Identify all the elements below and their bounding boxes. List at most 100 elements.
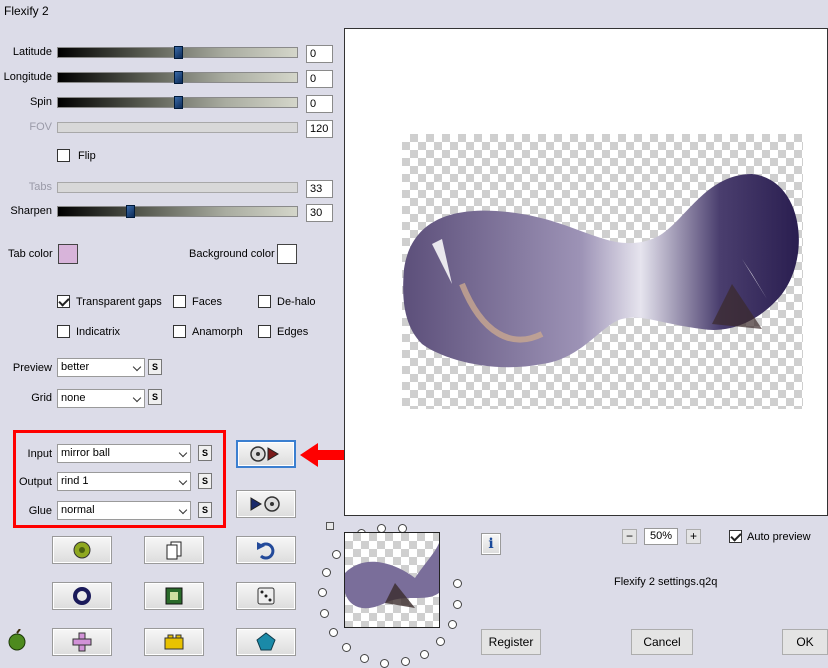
navigator-dot[interactable] (453, 600, 462, 609)
value-field-tabs[interactable]: 33 (306, 180, 333, 198)
slider-thumb[interactable] (126, 205, 135, 218)
indicatrix-checkbox[interactable] (57, 325, 70, 341)
flexified-image (403, 174, 799, 368)
slider-longitude[interactable] (57, 71, 298, 84)
preview-quality-select[interactable]: better (57, 358, 145, 377)
slider-label-spin: Spin (29, 96, 52, 108)
navigator-dot[interactable] (401, 657, 410, 666)
info-button[interactable]: i (481, 533, 501, 555)
navigator-dot[interactable] (329, 628, 338, 637)
slider-sharpen[interactable] (57, 205, 298, 218)
plus-button[interactable] (52, 628, 112, 656)
brick-button[interactable] (144, 628, 204, 656)
undo-arrow-icon (257, 542, 275, 560)
zoom-out-button[interactable]: − (622, 529, 637, 544)
map-reverse-button[interactable] (236, 490, 296, 518)
navigator-handle[interactable] (326, 522, 334, 530)
background-color-label: Background color (189, 248, 275, 260)
navigator-dot[interactable] (318, 588, 327, 597)
yellow-brick-icon (164, 634, 184, 650)
random-button[interactable] (236, 582, 296, 610)
register-button[interactable]: Register (481, 629, 541, 655)
randomize-preset-button[interactable] (52, 536, 112, 564)
slider-spin[interactable] (57, 96, 298, 109)
pentagon-icon (256, 632, 276, 651)
ring-button[interactable] (52, 582, 112, 610)
anamorph-check-box[interactable] (173, 325, 186, 338)
pink-plus-icon (72, 632, 92, 652)
navigator-dot[interactable] (332, 550, 341, 559)
dehalo-checkbox[interactable] (258, 295, 271, 311)
slider-thumb[interactable] (174, 46, 183, 59)
grid-s-button[interactable]: S (148, 389, 162, 405)
output-select[interactable]: rind 1 (57, 472, 191, 491)
input-select[interactable]: mirror ball (57, 444, 191, 463)
slider-tabs (57, 182, 298, 193)
preview-quality-label: Preview (12, 362, 52, 374)
frame-button[interactable] (144, 582, 204, 610)
gear-globe-icon (73, 541, 91, 559)
faces-checkbox[interactable] (173, 295, 186, 311)
slider-thumb[interactable] (174, 96, 183, 109)
preview-image (402, 134, 803, 409)
zoom-in-button[interactable]: + (686, 529, 701, 544)
auto-preview-checkbox[interactable] (729, 530, 742, 546)
tab-color-swatch[interactable] (58, 244, 78, 264)
window-title: Flexify 2 (4, 4, 49, 18)
navigator-thumbnail[interactable] (344, 532, 440, 628)
navigator-dot[interactable] (453, 579, 462, 588)
value-field-latitude[interactable]: 0 (306, 45, 333, 63)
ring-icon (73, 587, 91, 605)
grid-select[interactable]: none (57, 389, 145, 408)
value-field-spin[interactable]: 0 (306, 95, 333, 113)
navigator-dot[interactable] (420, 650, 429, 659)
copy-button[interactable] (144, 536, 204, 564)
copy-pages-icon (166, 541, 182, 560)
slider-label-fov: FOV (29, 121, 52, 133)
input-s-button[interactable]: S (198, 445, 212, 461)
transparent-gaps-checkbox[interactable] (57, 295, 70, 311)
flaming-pear-logo-icon (8, 628, 26, 651)
auto-preview-check-box[interactable] (729, 530, 742, 543)
input-value: mirror ball (61, 447, 110, 459)
edges-checkbox[interactable] (258, 325, 271, 341)
transparent-gaps-check-box[interactable] (57, 295, 70, 308)
ok-button[interactable]: OK (782, 629, 828, 655)
pentagon-button[interactable] (236, 628, 296, 656)
anamorph-checkbox[interactable] (173, 325, 186, 341)
dehalo-check-box[interactable] (258, 295, 271, 308)
glue-label: Glue (28, 505, 52, 517)
value-field-longitude[interactable]: 0 (306, 70, 333, 88)
navigator-dot[interactable] (322, 568, 331, 577)
navigator-dot[interactable] (320, 609, 329, 618)
chevron-down-icon (132, 362, 142, 372)
zoom-level: 50% (644, 528, 678, 545)
value-field-sharpen[interactable]: 30 (306, 204, 333, 222)
preview-canvas[interactable] (344, 28, 828, 516)
navigator-dot[interactable] (342, 643, 351, 652)
background-color-swatch[interactable] (277, 244, 297, 264)
thumbnail-image (345, 543, 439, 609)
glue-select[interactable]: normal (57, 501, 191, 520)
glue-s-button[interactable]: S (198, 502, 212, 518)
preview-s-button[interactable]: S (148, 359, 162, 375)
slider-latitude[interactable] (57, 46, 298, 59)
auto-preview-label: Auto preview (747, 531, 811, 543)
flip-checkbox[interactable] (57, 149, 70, 165)
navigator-dot[interactable] (448, 620, 457, 629)
cancel-button[interactable]: Cancel (631, 629, 693, 655)
tab-color-label: Tab color (8, 248, 53, 260)
glue-value: normal (61, 504, 95, 516)
slider-thumb[interactable] (174, 71, 183, 84)
indicatrix-check-box[interactable] (57, 325, 70, 338)
navigator-dot[interactable] (436, 637, 445, 646)
output-s-button[interactable]: S (198, 473, 212, 489)
undo-button[interactable] (236, 536, 296, 564)
faces-check-box[interactable] (173, 295, 186, 308)
value-field-fov[interactable]: 120 (306, 120, 333, 138)
edges-check-box[interactable] (258, 325, 271, 338)
settings-file-name: Flexify 2 settings.q2q (614, 576, 718, 588)
navigator-dot[interactable] (360, 654, 369, 663)
map-forward-button[interactable] (236, 440, 296, 468)
flip-check-box[interactable] (57, 149, 70, 162)
